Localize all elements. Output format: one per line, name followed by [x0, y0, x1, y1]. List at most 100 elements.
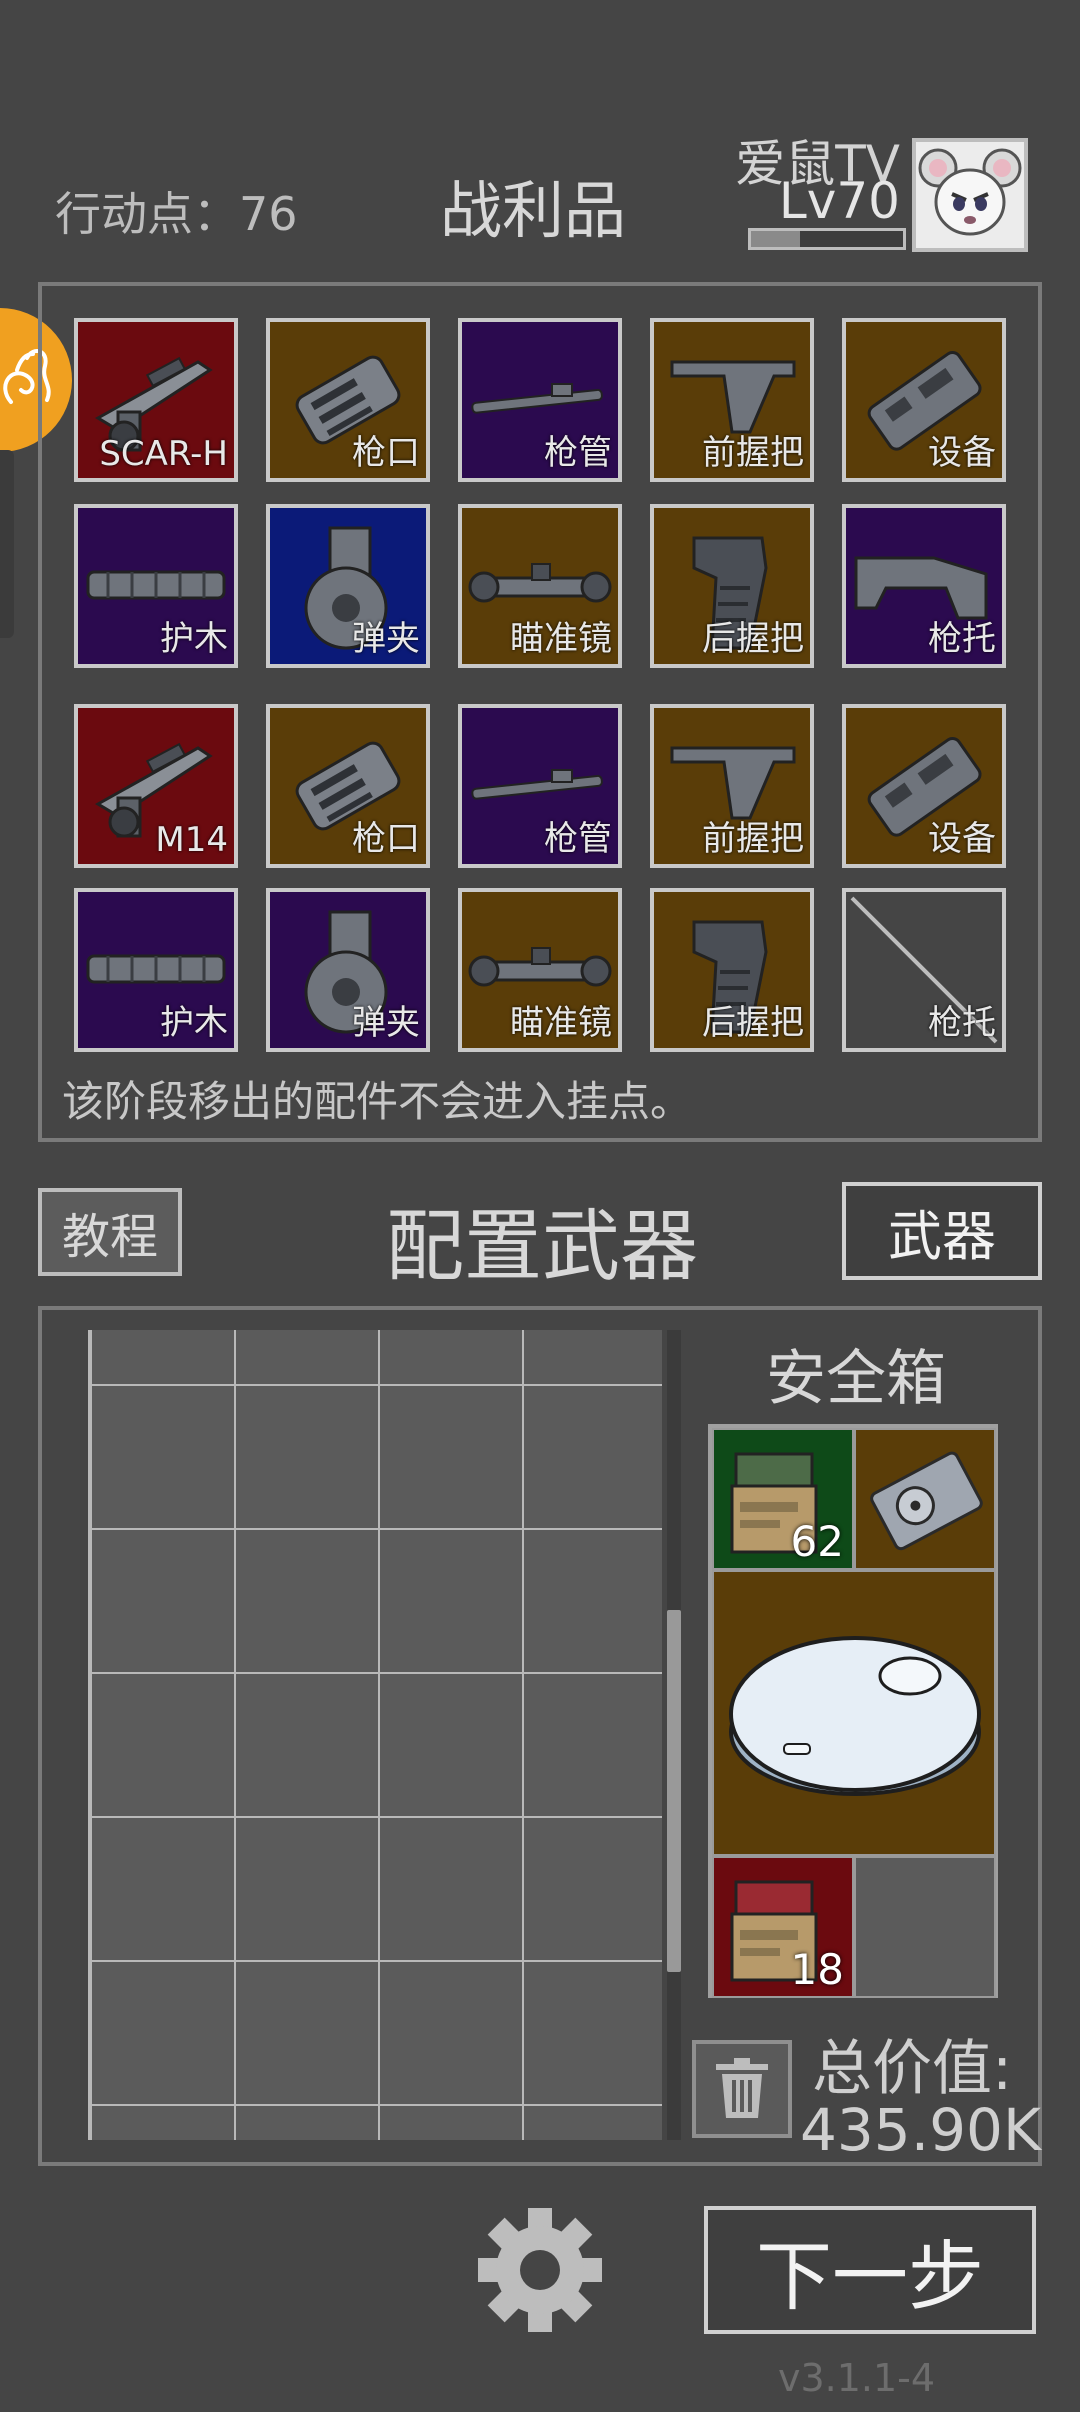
loot-slot[interactable]: M14 — [74, 704, 238, 868]
mouse-avatar-icon — [918, 148, 1022, 236]
loot-slot[interactable]: 瞄准镜 — [458, 504, 622, 668]
configure-weapon-title: 配置武器 — [386, 1202, 699, 1292]
loot-slot[interactable]: 枪管 — [458, 704, 622, 868]
trash-button[interactable] — [692, 2040, 792, 2138]
loot-slot[interactable]: SCAR-H — [74, 318, 238, 482]
loot-slot-label: 前握把 — [702, 433, 804, 473]
loot-slot-label: 弹夹 — [352, 619, 420, 659]
loot-slot[interactable]: 枪口 — [266, 318, 430, 482]
user-level: Lv70 — [778, 172, 900, 230]
grid-cell[interactable] — [524, 1674, 662, 1816]
loot-slot[interactable]: 枪口 — [266, 704, 430, 868]
loot-slot-label: 后握把 — [702, 619, 804, 659]
grid-cell[interactable] — [524, 1386, 662, 1528]
loot-slot[interactable]: 瞄准镜 — [458, 888, 622, 1052]
safe-item-ammo-green[interactable]: 62 — [712, 1428, 854, 1570]
next-step-button[interactable]: 下一步 — [704, 2206, 1036, 2334]
loot-slot[interactable]: 后握把 — [650, 888, 814, 1052]
total-value-label: 总价值: — [812, 2034, 1013, 2104]
safe-item-ammo-red[interactable]: 18 — [712, 1856, 854, 1998]
loot-slot[interactable]: 枪托 — [842, 888, 1006, 1052]
loot-note: 该阶段移出的配件不会进入挂点。 — [62, 1077, 693, 1126]
safe-empty-slot[interactable] — [854, 1856, 996, 1998]
loot-slot[interactable]: 后握把 — [650, 504, 814, 668]
loot-slot[interactable]: 枪管 — [458, 318, 622, 482]
loot-slot-label: 护木 — [160, 619, 228, 659]
item-count: 62 — [790, 1517, 844, 1566]
grid-cell[interactable] — [236, 1818, 378, 1960]
total-value: 435.90K — [800, 2096, 1041, 2164]
grid-cell[interactable] — [236, 2106, 378, 2140]
loot-slot-label: 后握把 — [702, 1003, 804, 1043]
loot-slot-label: 枪托 — [928, 619, 996, 659]
tutorial-button[interactable]: 教程 — [38, 1188, 182, 1276]
loot-slot-label: 枪管 — [544, 433, 612, 473]
grid-cell[interactable] — [380, 1330, 522, 1384]
loot-slot[interactable]: 前握把 — [650, 318, 814, 482]
gear-icon — [478, 2208, 602, 2332]
grid-cell[interactable] — [524, 1330, 662, 1384]
grid-cell[interactable] — [92, 1674, 234, 1816]
loot-slot[interactable]: 设备 — [842, 704, 1006, 868]
grid-scrollbar-thumb[interactable] — [667, 1610, 681, 1972]
loot-slot-label: 设备 — [928, 433, 996, 473]
version-label: v3.1.1-4 — [778, 2356, 936, 2400]
backpack-grid[interactable] — [88, 1330, 662, 2140]
grid-cell[interactable] — [92, 1386, 234, 1528]
robot-vacuum-icon — [729, 1636, 981, 1796]
grid-cell[interactable] — [92, 1530, 234, 1672]
loot-slot-label: 护木 — [160, 1003, 228, 1043]
page-title: 战利品 — [440, 174, 627, 247]
grid-cell[interactable] — [236, 1530, 378, 1672]
grid-cell[interactable] — [380, 1962, 522, 2104]
avatar[interactable] — [912, 138, 1028, 252]
loot-slot-label: 瞄准镜 — [510, 619, 612, 659]
grid-cell[interactable] — [236, 1386, 378, 1528]
loot-slot-label: 弹夹 — [352, 1003, 420, 1043]
settings-button[interactable] — [474, 2204, 606, 2336]
action-points-value: 76 — [239, 187, 298, 241]
grid-cell[interactable] — [380, 1386, 522, 1528]
safe-item-hard-drive[interactable] — [854, 1428, 996, 1570]
grid-cell[interactable] — [92, 1818, 234, 1960]
loot-slot-label: M14 — [155, 820, 228, 860]
safe-box-title: 安全箱 — [766, 1344, 946, 1414]
grid-cell[interactable] — [524, 1818, 662, 1960]
loot-slot-label: 瞄准镜 — [510, 1003, 612, 1043]
loot-slot-label: 枪口 — [352, 819, 420, 859]
side-drawer-handle[interactable] — [0, 450, 14, 638]
action-points: 行动点：76 — [55, 187, 298, 241]
grid-cell[interactable] — [92, 2106, 234, 2140]
trash-icon — [716, 2058, 768, 2118]
grid-cell[interactable] — [380, 1674, 522, 1816]
loot-slot[interactable]: 枪托 — [842, 504, 1006, 668]
grid-cell[interactable] — [380, 1530, 522, 1672]
grid-cell[interactable] — [92, 1330, 234, 1384]
loot-slot-label: SCAR-H — [99, 434, 228, 474]
loot-slot[interactable]: 护木 — [74, 504, 238, 668]
xp-bar-fill — [751, 231, 800, 247]
safe-item-robot-vacuum[interactable] — [712, 1570, 996, 1856]
grid-cell[interactable] — [236, 1674, 378, 1816]
loot-slot[interactable]: 弹夹 — [266, 888, 430, 1052]
grid-cell[interactable] — [524, 1962, 662, 2104]
grid-cell[interactable] — [524, 2106, 662, 2140]
loot-slot[interactable]: 弹夹 — [266, 504, 430, 668]
item-count: 18 — [790, 1945, 844, 1994]
safe-box: 62 18 — [708, 1424, 998, 1998]
grid-cell[interactable] — [92, 1962, 234, 2104]
loot-slot-label: 枪口 — [352, 433, 420, 473]
loot-slot[interactable]: 前握把 — [650, 704, 814, 868]
loot-slot-label: 枪托 — [928, 1003, 996, 1043]
loot-slot-label: 设备 — [928, 819, 996, 859]
grid-cell[interactable] — [236, 1962, 378, 2104]
grid-cell[interactable] — [380, 2106, 522, 2140]
loot-slot-label: 枪管 — [544, 819, 612, 859]
weapon-button[interactable]: 武器 — [842, 1182, 1042, 1280]
grid-cell[interactable] — [524, 1530, 662, 1672]
grid-cell[interactable] — [236, 1330, 378, 1384]
hard-drive-icon — [870, 1451, 983, 1551]
loot-slot[interactable]: 设备 — [842, 318, 1006, 482]
loot-slot[interactable]: 护木 — [74, 888, 238, 1052]
grid-cell[interactable] — [380, 1818, 522, 1960]
